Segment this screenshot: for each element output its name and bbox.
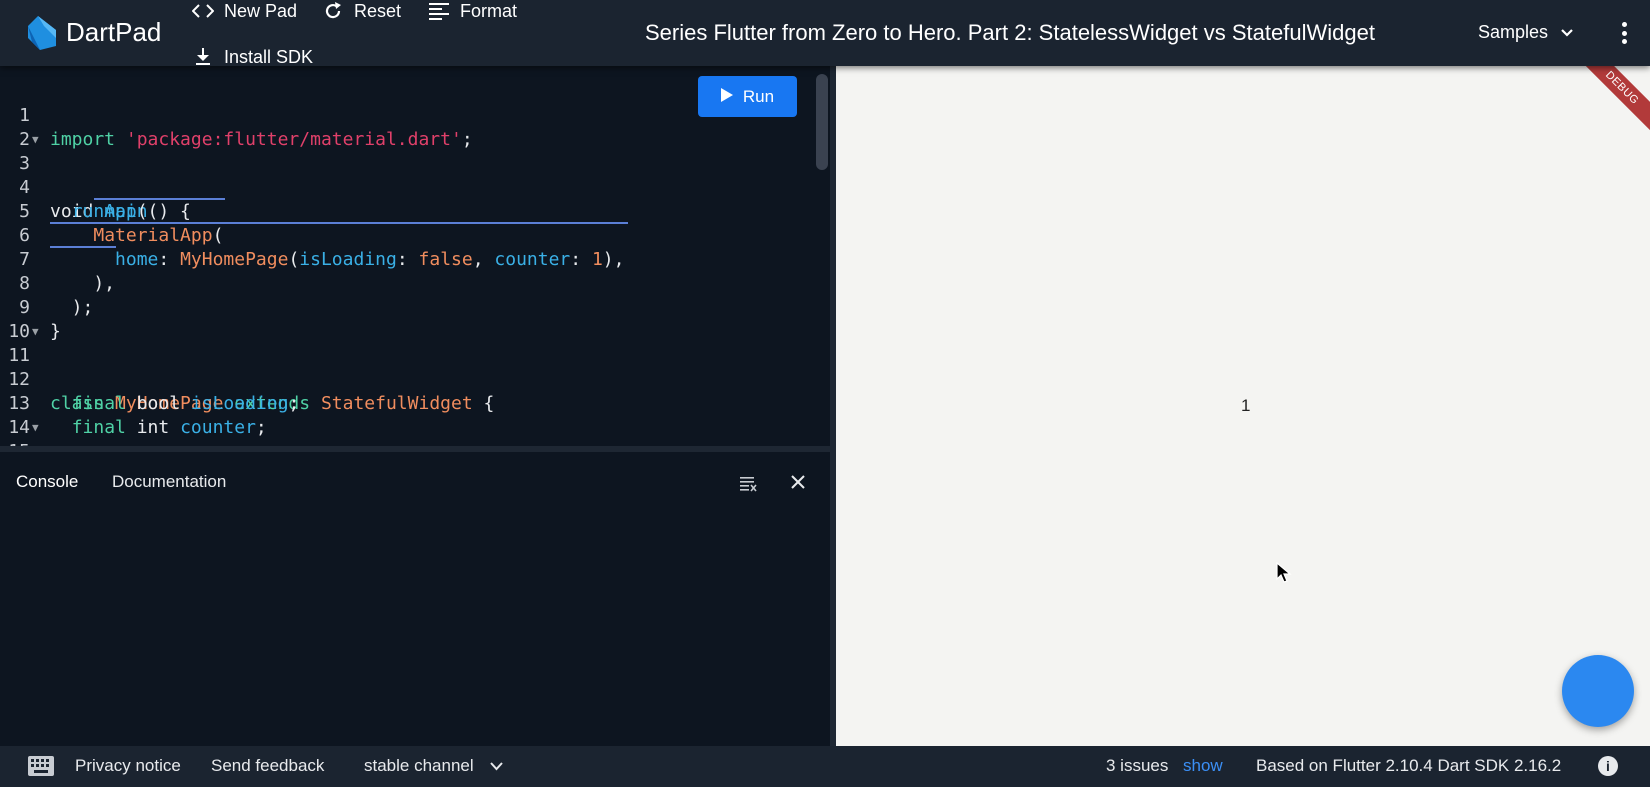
fold-arrow-icon[interactable]: ▼ xyxy=(32,128,39,152)
dart-logo-icon xyxy=(28,16,56,50)
format-align-icon xyxy=(428,0,450,22)
sdk-version-info: Based on Flutter 2.10.4 Dart SDK 2.16.2 xyxy=(1256,756,1562,775)
code-line: 1 import 'package:flutter/material.dart'… xyxy=(0,80,800,150)
code-line: 8 ); xyxy=(0,248,800,318)
tab-documentation[interactable]: Documentation xyxy=(112,472,226,492)
chevron-down-icon xyxy=(1560,22,1574,43)
editor-scrollbar[interactable] xyxy=(816,74,828,170)
run-label: Run xyxy=(742,86,775,106)
app-title: DartPad xyxy=(66,17,162,47)
samples-dropdown[interactable]: Samples xyxy=(1478,22,1574,43)
channel-dropdown[interactable]: stable channel xyxy=(364,756,503,776)
show-issues-link[interactable]: show xyxy=(1183,756,1223,776)
new-pad-label: New Pad xyxy=(224,0,298,21)
code-line: 13 final int counter; xyxy=(0,368,800,438)
bracket-highlight xyxy=(50,222,628,224)
code-line: 12 final bool isLoading; xyxy=(0,344,800,414)
info-icon[interactable]: i xyxy=(1598,756,1618,776)
refresh-icon xyxy=(322,0,344,22)
code-line: 5 MaterialApp( xyxy=(0,176,800,246)
bracket-highlight xyxy=(50,246,116,248)
pad-title: Series Flutter from Zero to Hero. Part 2… xyxy=(645,20,1375,45)
code-line: 15 ▼ const MyHomePage({ xyxy=(0,416,800,446)
bracket-highlight xyxy=(94,198,225,200)
fold-arrow-icon[interactable]: ▼ xyxy=(32,416,39,440)
reset-button[interactable]: Reset xyxy=(322,0,401,22)
debug-banner: DEBUG xyxy=(1572,66,1650,138)
code-icon xyxy=(192,0,214,22)
code-line: 6 home: MyHomePage(isLoading: false, cou… xyxy=(0,200,800,270)
close-icon[interactable] xyxy=(788,472,808,492)
code-line: 2 xyxy=(0,104,800,150)
clear-console-icon[interactable] xyxy=(738,474,758,492)
run-button[interactable]: Run xyxy=(698,76,797,117)
code-line: 7 ), xyxy=(0,224,800,294)
keyboard-icon[interactable] xyxy=(28,756,54,776)
send-feedback-link[interactable]: Send feedback xyxy=(211,756,324,776)
app-preview[interactable]: 1 DEBUG xyxy=(836,66,1650,746)
console-panel: Console Documentation xyxy=(0,446,830,746)
chevron-down-icon xyxy=(489,761,503,770)
new-pad-button[interactable]: New Pad xyxy=(192,0,297,22)
more-menu-icon[interactable] xyxy=(1612,20,1636,46)
mouse-cursor-icon xyxy=(1276,562,1292,583)
code-line: 3 ▼ void main() { xyxy=(0,128,800,222)
status-bar: Privacy notice Send feedback stable chan… xyxy=(0,746,1650,787)
channel-label: stable channel xyxy=(364,756,474,775)
code-line: 10 xyxy=(0,296,800,342)
install-sdk-label: Install SDK xyxy=(224,46,314,67)
floating-action-button[interactable] xyxy=(1562,655,1634,727)
fold-arrow-icon[interactable]: ▼ xyxy=(32,320,39,344)
counter-text: 1 xyxy=(1241,396,1251,415)
code-editor[interactable]: 1 import 'package:flutter/material.dart'… xyxy=(0,66,830,446)
download-icon xyxy=(192,46,214,68)
top-app-bar: DartPad New Pad Reset Format Install SDK… xyxy=(0,0,1650,68)
samples-label: Samples xyxy=(1478,22,1549,42)
install-sdk-button[interactable]: Install SDK xyxy=(192,46,313,68)
reset-label: Reset xyxy=(354,0,402,21)
issues-count: 3 issues xyxy=(1106,756,1169,775)
code-line: 9 } xyxy=(0,272,800,342)
play-icon xyxy=(720,87,733,107)
code-line: 4 runApp( xyxy=(0,152,800,222)
format-label: Format xyxy=(460,0,518,21)
tab-console[interactable]: Console xyxy=(16,472,78,492)
code-line: 14 xyxy=(0,392,800,438)
format-button[interactable]: Format xyxy=(428,0,517,22)
code-line: 11 ▼ class MyHomePage extends StatefulWi… xyxy=(0,320,800,414)
privacy-notice-link[interactable]: Privacy notice xyxy=(75,756,181,776)
